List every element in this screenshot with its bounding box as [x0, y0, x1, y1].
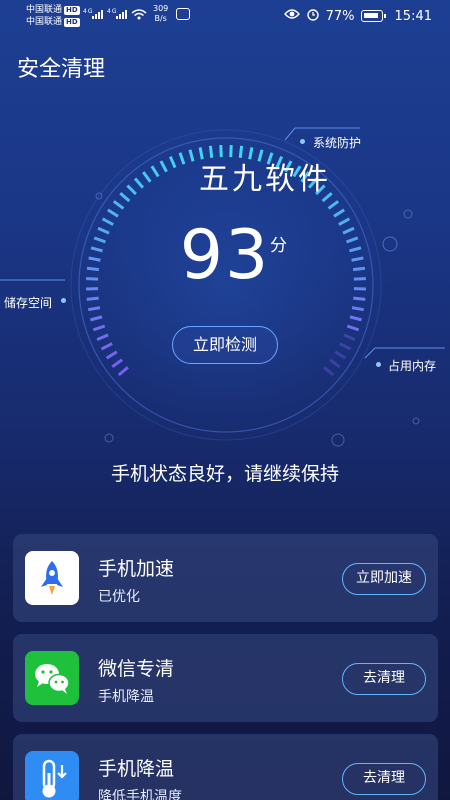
label-dot	[376, 362, 381, 367]
hd-badge: HD	[64, 6, 80, 15]
card-title: 微信专清	[98, 658, 175, 680]
phone-status-text: 手机状态良好，请继续保持	[110, 463, 339, 485]
eye-icon	[283, 8, 300, 24]
speed-up-now-button[interactable]: 立即加速	[342, 563, 426, 595]
gauge-tick	[353, 296, 366, 301]
check-now-button[interactable]: 立即检测	[172, 326, 278, 364]
card-subtitle: 手机降温	[98, 689, 154, 705]
clean-button[interactable]: 去清理	[342, 763, 426, 795]
card-wechat-clean[interactable]: 微信专清 手机降温 去清理	[13, 634, 438, 722]
watermark: 五九软件	[199, 162, 331, 197]
hd-badge: HD	[64, 18, 80, 27]
alarm-icon	[306, 7, 320, 25]
label-system-protection: 系统防护	[313, 136, 362, 150]
wechat-icon	[25, 651, 79, 705]
card-subtitle: 降低手机温度	[98, 789, 182, 800]
card-subtitle: 已优化	[98, 589, 140, 605]
page-title: 安全清理	[17, 57, 106, 82]
label-memory-usage: 占用内存	[388, 359, 437, 373]
clean-button[interactable]: 去清理	[342, 663, 426, 695]
card-title: 手机加速	[98, 558, 175, 580]
carrier-1: 中国联通	[26, 5, 63, 15]
carrier-2: 中国联通	[26, 17, 63, 27]
signal-icon: 4G 4G	[83, 7, 149, 23]
score-value: 93	[179, 216, 271, 295]
clock: 15:41	[394, 8, 432, 24]
score-unit: 分	[270, 236, 287, 256]
card-phone-speedup[interactable]: 手机加速 已优化 立即加速	[13, 534, 438, 622]
gauge-tick	[351, 306, 365, 312]
battery-icon	[360, 10, 386, 22]
battery-percent: 77%	[325, 8, 355, 24]
svg-text:4G: 4G	[83, 8, 93, 15]
carrier-info: 中国联通 HD 中国联通 HD	[26, 4, 80, 28]
card-phone-cooldown[interactable]: 手机降温 降低手机温度 去清理	[13, 734, 438, 800]
label-storage-space: 储存空间	[4, 296, 53, 310]
label-dot	[61, 298, 66, 303]
gauge-tick	[87, 306, 101, 312]
card-title: 手机降温	[98, 758, 175, 780]
screenshot-icon	[176, 8, 190, 20]
rocket-icon	[25, 551, 79, 605]
label-dot	[300, 139, 305, 144]
gauge-tick	[86, 296, 99, 301]
net-speed: 309 B/s	[153, 4, 169, 23]
status-bar: 中国联通 HD 中国联通 HD 4G 4G 309 B/s 77% 15:41	[0, 0, 450, 34]
svg-text:4G: 4G	[107, 8, 117, 15]
thermometer-icon	[25, 751, 79, 800]
